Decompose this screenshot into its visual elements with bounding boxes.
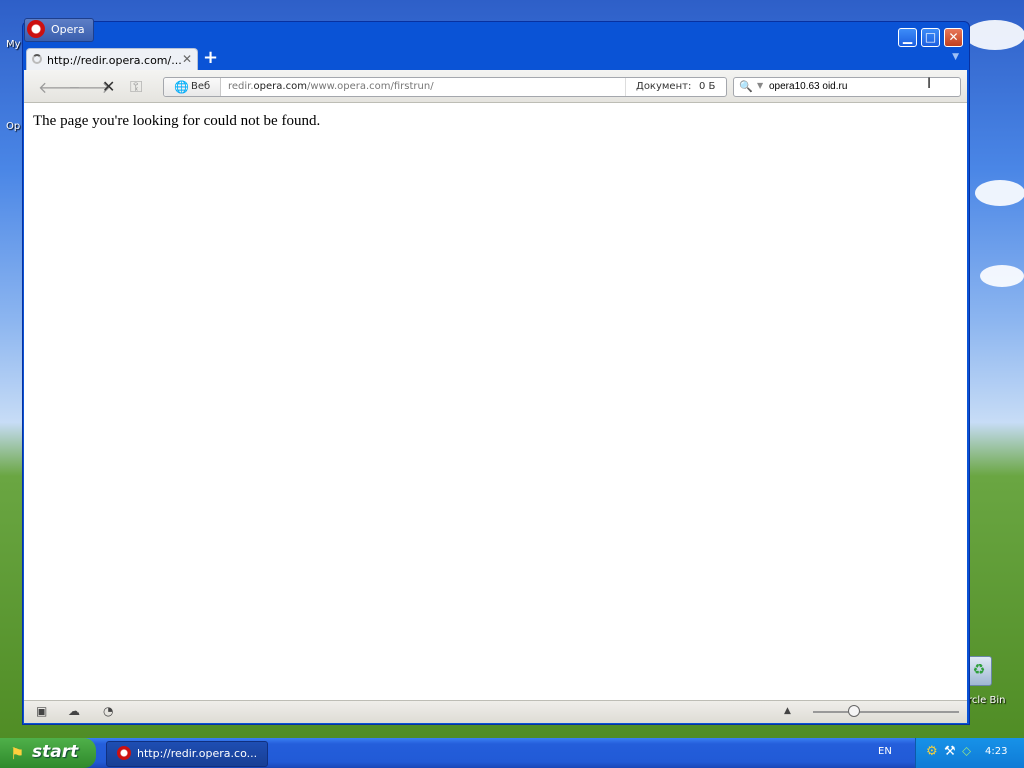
tab-close-icon[interactable]: ✕ xyxy=(182,52,192,66)
system-tray: ⚙ ⚒ ⬦ 4:23 xyxy=(915,738,1024,768)
desktop-icon-label[interactable]: Op xyxy=(6,121,20,132)
close-button[interactable]: ✕ xyxy=(944,28,963,47)
site-info-button[interactable]: 🌐 Веб xyxy=(164,78,221,96)
new-tab-button[interactable]: + xyxy=(203,47,218,68)
taskbar-item-opera[interactable]: http://redir.opera.co... xyxy=(106,741,268,767)
tab-active[interactable]: http://redir.opera.com/... ✕ xyxy=(26,48,198,71)
error-message: The page you're looking for could not be… xyxy=(33,113,321,129)
address-bar[interactable]: 🌐 Веб redir.opera.com/www.opera.com/firs… xyxy=(163,77,727,97)
text-cursor-icon: I xyxy=(927,76,932,92)
opera-menu-label: Opera xyxy=(51,23,85,36)
cloud xyxy=(975,180,1024,206)
clock[interactable]: 4:23 xyxy=(985,746,1007,757)
taskbar: ⚑ start http://redir.opera.co... EN ⚙ ⚒ … xyxy=(0,738,1024,768)
start-button[interactable]: ⚑ start xyxy=(0,738,96,768)
tray-app-icon[interactable]: ⚙ xyxy=(926,744,938,759)
cloud xyxy=(965,20,1024,50)
cloud xyxy=(980,265,1024,287)
network-icon[interactable]: ⚒ xyxy=(944,744,956,759)
zoom-slider-track[interactable] xyxy=(813,711,959,713)
speed-dial-icon[interactable]: ◔ xyxy=(103,704,113,718)
page-content: The page you're looking for could not be… xyxy=(24,103,967,700)
tab-title: http://redir.opera.com/... xyxy=(47,54,182,67)
update-icon[interactable]: ⬦ xyxy=(962,744,971,759)
minimize-button[interactable]: ▁ xyxy=(898,28,917,47)
wand-key-icon[interactable]: ⚿ xyxy=(130,77,142,97)
tab-menu-icon[interactable]: ▼ xyxy=(952,52,959,62)
taskbar-item-title: http://redir.opera.co... xyxy=(137,747,258,760)
globe-icon: 🌐 xyxy=(174,80,189,94)
site-info-label: Веб xyxy=(191,81,211,92)
chevron-down-icon[interactable]: ▼ xyxy=(757,81,763,90)
cloud-icon[interactable]: ☁ xyxy=(68,704,80,718)
browser-window: ▁ □ ✕ http://redir.opera.com/... ✕ + ▼ 🡐… xyxy=(22,21,970,725)
loading-spinner-icon xyxy=(32,54,42,64)
opera-menu-button[interactable]: Opera xyxy=(24,18,94,42)
navigation-toolbar: 🡐 🡒 ✕ ⚿ 🌐 Веб redir.opera.com/www.opera.… xyxy=(24,70,967,103)
maximize-button[interactable]: □ xyxy=(921,28,940,47)
opera-logo-icon xyxy=(27,20,45,38)
stop-icon[interactable]: ✕ xyxy=(102,77,115,96)
document-size-indicator: Документ: 0 Б xyxy=(625,78,727,96)
start-label: start xyxy=(32,742,79,762)
search-icon[interactable]: 🔍 xyxy=(739,80,753,93)
windows-flag-icon: ⚑ xyxy=(10,744,25,763)
chevron-up-icon[interactable]: ▲ xyxy=(784,706,791,716)
tab-bar: http://redir.opera.com/... ✕ + ▼ xyxy=(25,46,967,71)
zoom-slider-handle[interactable] xyxy=(848,705,860,717)
recycle-bin-label[interactable]: rcle Bin xyxy=(968,695,1005,706)
status-bar: ▣ ☁ ◔ ▲ xyxy=(24,700,967,723)
document-label: Документ: xyxy=(636,81,692,92)
document-size: 0 Б xyxy=(699,81,716,92)
desktop-icon-label[interactable]: My xyxy=(6,39,21,50)
language-indicator[interactable]: EN xyxy=(878,746,892,757)
opera-logo-icon xyxy=(117,746,131,760)
panel-toggle-icon[interactable]: ▣ xyxy=(36,704,47,718)
url-text[interactable]: redir.opera.com/www.opera.com/firstrun/ xyxy=(228,81,434,92)
